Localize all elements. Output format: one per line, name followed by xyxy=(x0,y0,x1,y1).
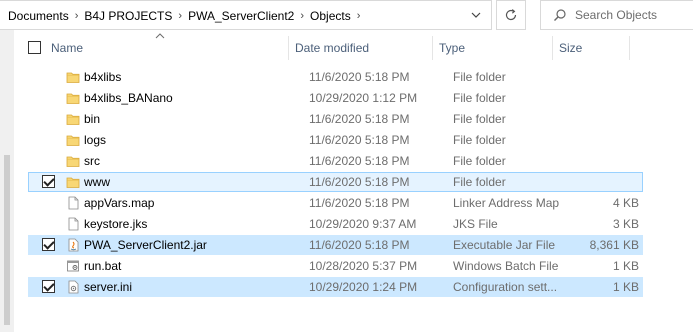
file-type: File folder xyxy=(453,91,506,105)
navigation-pane-edge xyxy=(0,30,14,332)
file-row[interactable]: b4xlibs 11/6/2020 5:18 PM File folder xyxy=(28,67,643,87)
breadcrumb-documents[interactable]: Documents xyxy=(6,9,71,23)
file-type: Linker Address Map xyxy=(453,196,560,210)
file-row[interactable]: keystore.jks 10/29/2020 9:37 AM JKS File 3 … xyxy=(28,214,643,234)
file-date-modified: 11/6/2020 5:18 PM xyxy=(309,133,410,147)
java-jar-icon xyxy=(68,238,79,252)
column-divider[interactable] xyxy=(288,36,289,60)
file-type: Windows Batch File xyxy=(453,259,559,273)
file-row[interactable]: server.ini 10/29/2020 1:24 PM Configuratio… xyxy=(28,277,643,297)
file-date-modified: 11/6/2020 5:18 PM xyxy=(309,70,410,84)
address-history-dropdown[interactable] xyxy=(462,1,490,29)
folder-icon xyxy=(66,135,80,146)
file-date-modified: 11/6/2020 5:18 PM xyxy=(309,196,410,210)
row-checkbox[interactable] xyxy=(42,238,55,251)
row-checkbox[interactable] xyxy=(42,175,55,188)
file-date-modified: 11/6/2020 5:18 PM xyxy=(309,238,410,252)
chevron-right-icon[interactable]: › xyxy=(353,10,365,22)
file-type: File folder xyxy=(453,154,506,168)
file-name[interactable]: appVars.map xyxy=(84,193,154,213)
folder-icon xyxy=(66,177,80,188)
file-type: Configuration sett... xyxy=(453,280,558,294)
breadcrumb-pwa-serverclient2[interactable]: PWA_ServerClient2 xyxy=(186,9,296,23)
column-type[interactable]: Type xyxy=(439,34,549,62)
file-date-modified: 11/6/2020 5:18 PM xyxy=(309,175,410,189)
breadcrumb: Documents › B4J PROJECTS › PWA_ServerCli… xyxy=(6,1,364,31)
column-divider[interactable] xyxy=(552,36,553,60)
row-checkbox[interactable] xyxy=(42,280,55,293)
file-type: File folder xyxy=(453,133,506,147)
address-bar-area: Documents › B4J PROJECTS › PWA_ServerCli… xyxy=(0,0,693,30)
column-header: Name Date modified Type Size xyxy=(14,33,693,62)
file-type: File folder xyxy=(453,112,506,126)
file-row[interactable]: bin 11/6/2020 5:18 PM File folder xyxy=(28,109,643,129)
column-divider[interactable] xyxy=(432,36,433,60)
address-bar[interactable]: Documents › B4J PROJECTS › PWA_ServerCli… xyxy=(0,0,492,30)
file-date-modified: 11/6/2020 5:18 PM xyxy=(309,154,410,168)
file-name[interactable]: PWA_ServerClient2.jar xyxy=(84,235,207,255)
file-date-modified: 10/29/2020 1:24 PM xyxy=(309,280,418,294)
scrollbar-thumb[interactable] xyxy=(4,155,10,325)
search-input[interactable]: Search Objects xyxy=(575,8,657,22)
chevron-right-icon[interactable]: › xyxy=(174,10,186,22)
select-all-checkbox[interactable] xyxy=(28,41,41,54)
batch-file-icon xyxy=(67,260,79,272)
folder-icon xyxy=(66,72,80,83)
breadcrumb-objects[interactable]: Objects xyxy=(308,9,353,23)
file-row[interactable]: src 11/6/2020 5:18 PM File folder xyxy=(28,151,643,171)
refresh-icon xyxy=(505,9,517,21)
file-row[interactable]: logs 11/6/2020 5:18 PM File folder xyxy=(28,130,643,150)
refresh-button[interactable] xyxy=(496,0,526,30)
chevron-right-icon[interactable]: › xyxy=(296,10,308,22)
chevron-down-icon xyxy=(471,12,481,18)
file-name[interactable]: www xyxy=(84,172,110,192)
file-icon xyxy=(68,217,79,231)
file-name[interactable]: b4xlibs xyxy=(84,67,121,87)
breadcrumb-b4j-projects[interactable]: B4J PROJECTS xyxy=(82,9,174,23)
file-row[interactable]: run.bat 10/28/2020 5:37 PM Windows Batch F… xyxy=(28,256,643,276)
file-size: 3 KB xyxy=(612,217,639,231)
chevron-right-icon[interactable]: › xyxy=(71,10,83,22)
file-date-modified: 10/28/2020 5:37 PM xyxy=(309,259,418,273)
search-box[interactable]: Search Objects xyxy=(540,0,693,30)
folder-icon xyxy=(66,114,80,125)
file-name[interactable]: run.bat xyxy=(84,256,121,276)
folder-icon xyxy=(66,156,80,167)
folder-icon xyxy=(66,93,80,104)
file-size: 1 KB xyxy=(612,259,639,273)
file-type: File folder xyxy=(453,175,506,189)
column-date-modified[interactable]: Date modified xyxy=(295,34,435,62)
file-name[interactable]: b4xlibs_BANano xyxy=(84,88,173,108)
file-icon xyxy=(68,196,79,210)
file-type: Executable Jar File xyxy=(453,238,556,252)
file-size: 4 KB xyxy=(612,196,639,210)
file-name[interactable]: bin xyxy=(84,109,100,129)
search-icon xyxy=(554,9,566,21)
column-divider[interactable] xyxy=(629,36,630,60)
file-size: 8,361 KB xyxy=(589,238,639,252)
file-row[interactable]: www 11/6/2020 5:18 PM File folder xyxy=(28,172,643,192)
file-date-modified: 10/29/2020 9:37 AM xyxy=(309,217,417,231)
file-name[interactable]: server.ini xyxy=(84,277,132,297)
file-row[interactable]: appVars.map 11/6/2020 5:18 PM Linker Addre… xyxy=(28,193,643,213)
column-name[interactable]: Name xyxy=(51,34,285,62)
file-date-modified: 10/29/2020 1:12 PM xyxy=(309,91,418,105)
file-name[interactable]: keystore.jks xyxy=(84,214,147,234)
file-type: JKS File xyxy=(453,217,498,231)
file-row[interactable]: b4xlibs_BANano 10/29/2020 1:12 PM File fol… xyxy=(28,88,643,108)
file-date-modified: 11/6/2020 5:18 PM xyxy=(309,112,410,126)
settings-file-icon xyxy=(68,280,79,294)
file-name[interactable]: logs xyxy=(84,130,106,150)
file-row[interactable]: PWA_ServerClient2.jar 11/6/2020 5:18 PM Ex… xyxy=(28,235,643,255)
file-size: 1 KB xyxy=(612,280,639,294)
file-name[interactable]: src xyxy=(84,151,100,171)
column-size[interactable]: Size xyxy=(559,34,629,62)
file-type: File folder xyxy=(453,70,506,84)
